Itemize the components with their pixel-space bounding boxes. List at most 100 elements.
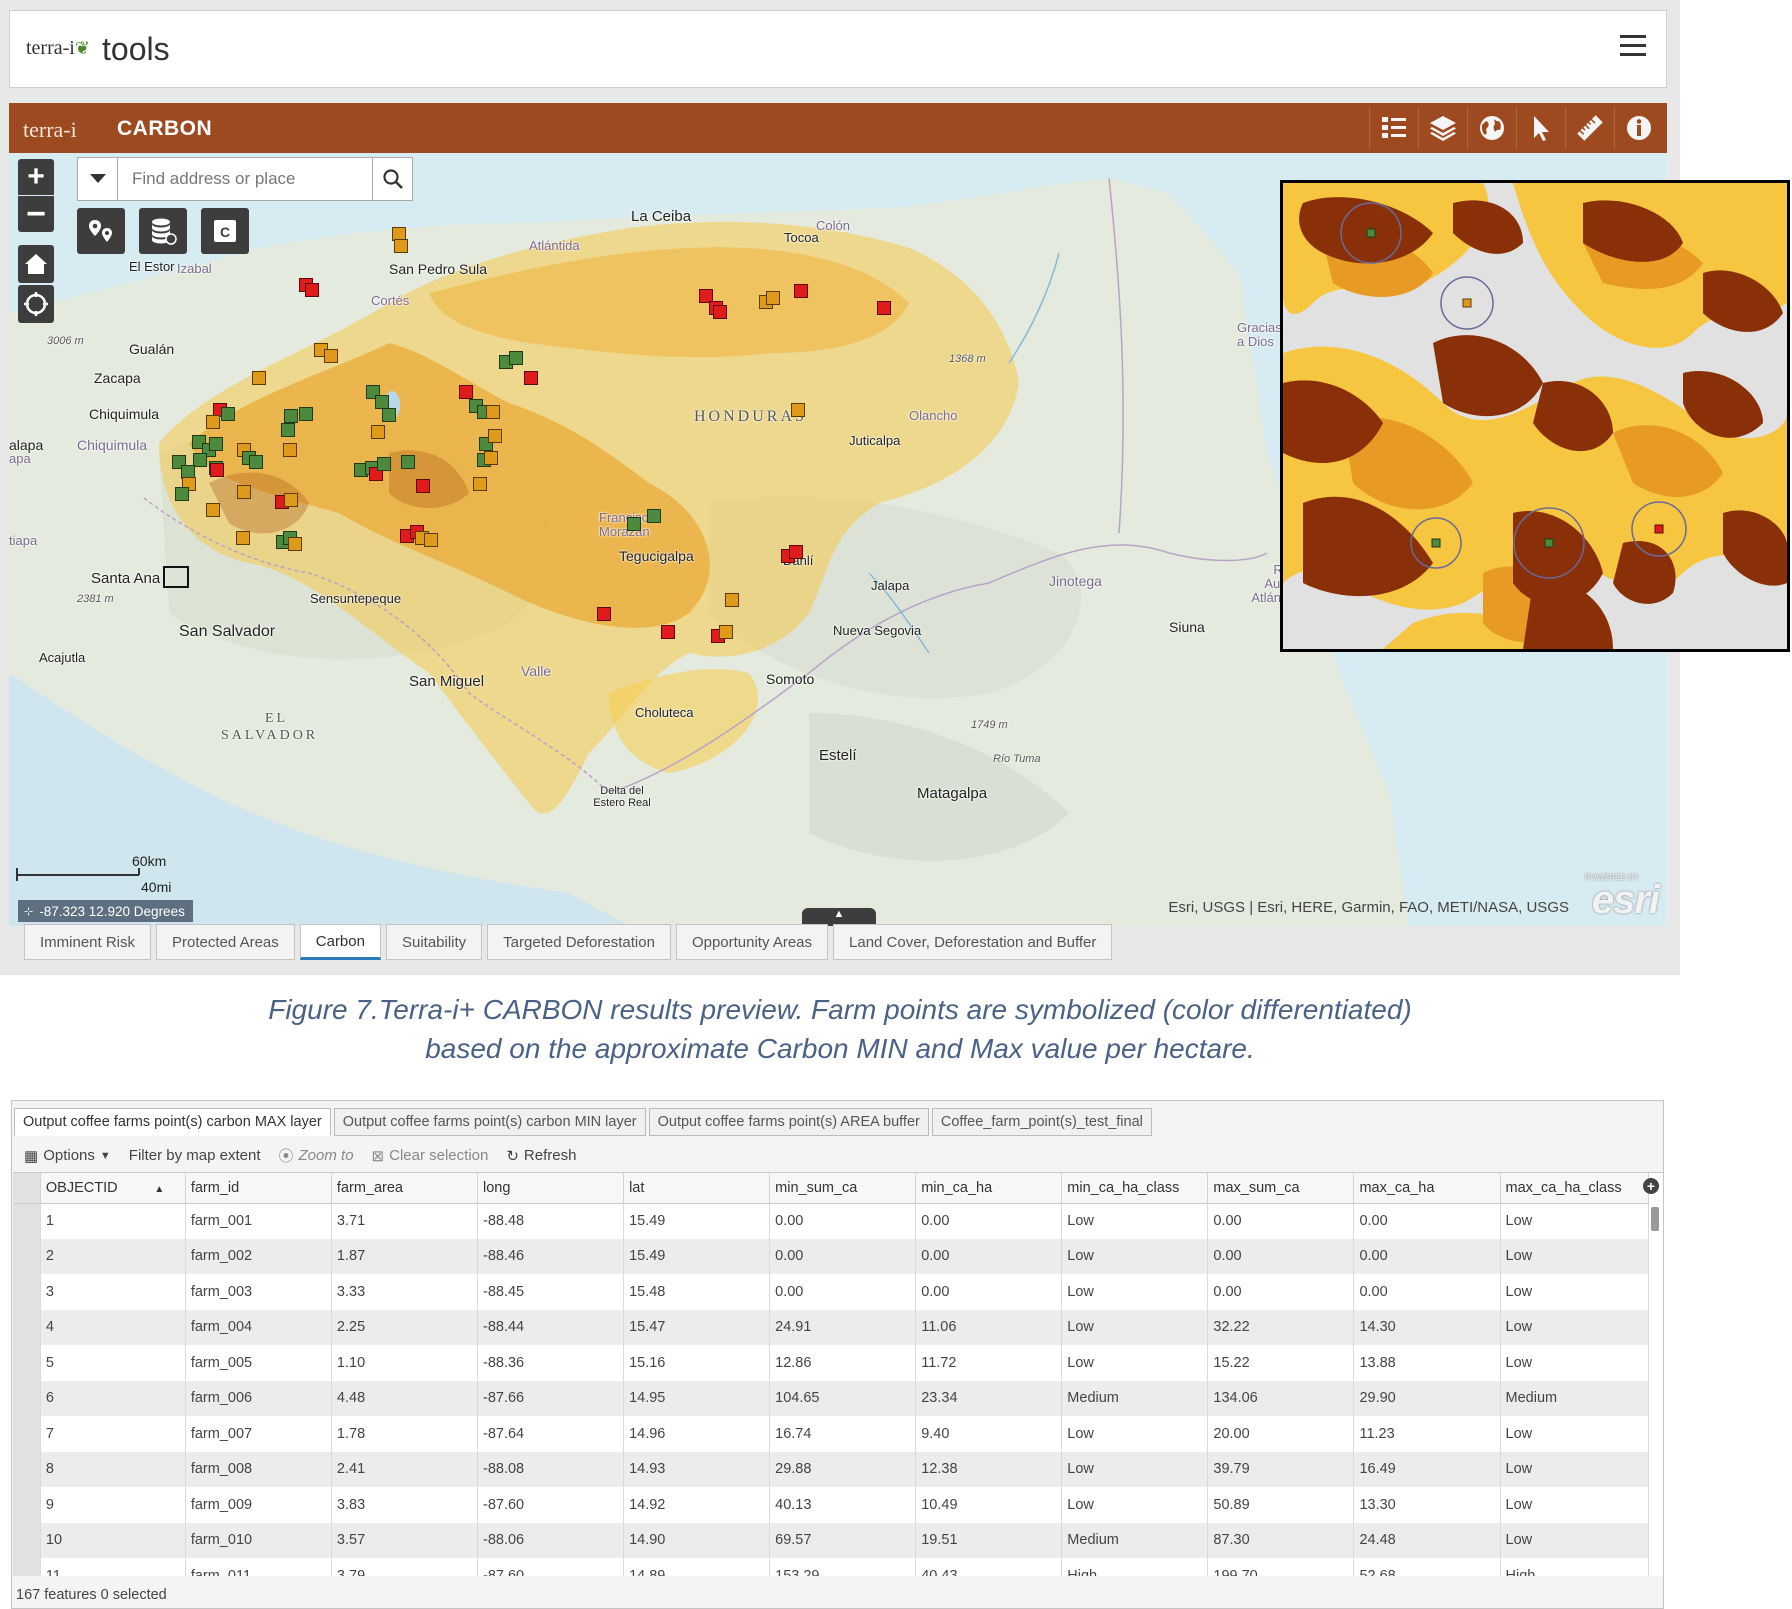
farm-marker-low[interactable]	[281, 423, 295, 437]
column-header-min-ca-ha-class[interactable]: min_ca_ha_class	[1061, 1173, 1209, 1204]
row-selector[interactable]	[13, 1487, 41, 1523]
farm-marker-low[interactable]	[375, 395, 389, 409]
farm-marker-low[interactable]	[647, 509, 661, 523]
farm-marker-low[interactable]	[509, 351, 523, 365]
row-selector[interactable]	[13, 1309, 41, 1345]
info-icon[interactable]	[1614, 107, 1663, 149]
tab-suitability[interactable]: Suitability	[385, 924, 483, 960]
row-selector[interactable]	[13, 1380, 41, 1416]
farm-marker-high[interactable]	[877, 301, 891, 315]
add-column-icon[interactable]: +	[1643, 1178, 1659, 1194]
list-icon[interactable]	[1369, 107, 1418, 149]
row-selector-header[interactable]	[13, 1173, 41, 1204]
table-row[interactable]: 1 farm_001 3.71 -88.48 15.49 0.00 0.00 Low 0.00 0…	[13, 1203, 1650, 1239]
tab-opportunity-areas[interactable]: Opportunity Areas	[675, 924, 829, 960]
farm-marker-low[interactable]	[175, 487, 189, 501]
farm-marker-medium[interactable]	[288, 537, 302, 551]
farm-marker-low[interactable]	[382, 408, 396, 422]
farm-marker-low[interactable]	[627, 517, 641, 531]
locate-button[interactable]	[18, 285, 54, 323]
tab-land-cover-deforestation-and-buffer[interactable]: Land Cover, Deforestation and Buffer	[833, 924, 1113, 960]
tab-carbon[interactable]: Carbon	[299, 924, 381, 960]
farm-marker-low[interactable]	[401, 455, 415, 469]
zoom-in-button[interactable]: +	[18, 159, 54, 195]
table-row[interactable]: 6 farm_006 4.48 -87.66 14.95 104.65 23.34 Mediu…	[13, 1380, 1650, 1416]
farm-marker-high[interactable]	[459, 385, 473, 399]
measure-ruler-icon[interactable]	[1565, 107, 1614, 149]
farm-marker-medium[interactable]	[283, 443, 297, 457]
farm-marker-medium[interactable]	[237, 485, 251, 499]
row-selector[interactable]	[13, 1522, 41, 1558]
search-source-dropdown[interactable]	[78, 158, 118, 200]
column-header-lat[interactable]: lat	[623, 1173, 771, 1204]
zoom-to-button[interactable]: ⦿ Zoom to	[279, 1145, 354, 1166]
table-row[interactable]: 5 farm_005 1.10 -88.36 15.16 12.86 11.72 Low 15.…	[13, 1345, 1650, 1381]
farm-marker-medium[interactable]	[488, 429, 502, 443]
home-button[interactable]	[18, 245, 54, 283]
options-button[interactable]: ▦ Options ▼	[24, 1147, 111, 1165]
search-button[interactable]	[372, 158, 412, 200]
zoom-out-button[interactable]: −	[18, 195, 54, 233]
attribute-tab-4[interactable]: Coffee_farm_point(s)_test_final	[931, 1108, 1152, 1136]
farm-marker-high[interactable]	[210, 463, 224, 477]
farm-marker-low[interactable]	[284, 409, 298, 423]
attribute-tab-2[interactable]: Output coffee farms point(s) carbon MIN …	[333, 1108, 646, 1136]
clear-selection-button[interactable]: ⊠ Clear selection	[372, 1147, 489, 1165]
row-selector[interactable]	[13, 1416, 41, 1452]
farm-marker-low[interactable]	[193, 453, 207, 467]
farm-marker-high[interactable]	[524, 371, 538, 385]
farm-marker-high[interactable]	[597, 607, 611, 621]
column-header-min-ca-ha[interactable]: min_ca_ha	[915, 1173, 1063, 1204]
table-row[interactable]: 2 farm_002 1.87 -88.46 15.49 0.00 0.00 Low 0.00 0…	[13, 1238, 1650, 1274]
farm-marker-medium[interactable]	[206, 415, 220, 429]
row-selector[interactable]	[13, 1203, 41, 1239]
tab-targeted-deforestation[interactable]: Targeted Deforestation	[487, 924, 671, 960]
table-row[interactable]: 9 farm_009 3.83 -87.60 14.92 40.13 10.49 Low 50.…	[13, 1487, 1650, 1523]
row-selector[interactable]	[13, 1274, 41, 1310]
column-header-max-ca-ha-class[interactable]: max_ca_ha_class	[1500, 1173, 1650, 1204]
farm-marker-medium[interactable]	[371, 425, 385, 439]
farm-marker-low[interactable]	[249, 455, 263, 469]
table-row[interactable]: 10 farm_010 3.57 -88.06 14.90 69.57 19.51 Mediu…	[13, 1522, 1650, 1558]
vertical-scrollbar[interactable]	[1651, 1207, 1659, 1231]
filter-by-map-extent-button[interactable]: Filter by map extent	[129, 1147, 261, 1164]
farm-marker-medium[interactable]	[484, 451, 498, 465]
farm-marker-medium[interactable]	[236, 531, 250, 545]
farm-marker-medium[interactable]	[252, 371, 266, 385]
table-row[interactable]: 7 farm_007 1.78 -87.64 14.96 16.74 9.40 Low 20.0…	[13, 1416, 1650, 1452]
farm-marker-high[interactable]	[661, 625, 675, 639]
basemap-globe-icon[interactable]	[1467, 107, 1516, 149]
farm-marker-low[interactable]	[221, 407, 235, 421]
column-header-farm-id[interactable]: farm_id	[185, 1173, 332, 1204]
column-header-max-ca-ha[interactable]: max_ca_ha	[1353, 1173, 1501, 1204]
table-row[interactable]: 11 farm_011 3.79 -87.60 14.89 153.29 40.43 High…	[13, 1558, 1650, 1576]
column-header-objectid[interactable]: OBJECTID ▲	[40, 1173, 186, 1204]
add-points-button[interactable]	[77, 208, 125, 254]
table-row[interactable]: 8 farm_008 2.41 -88.08 14.93 29.88 12.38 Low 39.…	[13, 1451, 1650, 1487]
tab-imminent-risk[interactable]: Imminent Risk	[24, 924, 152, 960]
database-button[interactable]	[139, 208, 187, 254]
row-selector[interactable]	[13, 1345, 41, 1381]
refresh-button[interactable]: ↻ Refresh	[506, 1147, 576, 1165]
sort-ascending-icon[interactable]: ▲	[152, 1184, 164, 1195]
farm-marker-high[interactable]	[713, 305, 727, 319]
farm-marker-low[interactable]	[209, 437, 223, 451]
farm-marker-medium[interactable]	[394, 239, 408, 253]
row-selector[interactable]	[13, 1558, 41, 1576]
farm-marker-high[interactable]	[416, 479, 430, 493]
coordinate-readout[interactable]: ⊹ -87.323 12.920 Degrees	[18, 900, 193, 922]
farm-marker-medium[interactable]	[791, 403, 805, 417]
farm-marker-high[interactable]	[794, 284, 808, 298]
farm-marker-medium[interactable]	[424, 533, 438, 547]
tab-protected-areas[interactable]: Protected Areas	[156, 924, 295, 960]
table-row[interactable]: 3 farm_003 3.33 -88.45 15.48 0.00 0.00 Low 0.00 0…	[13, 1274, 1650, 1310]
farm-marker-medium[interactable]	[766, 291, 780, 305]
layers-icon[interactable]	[1418, 107, 1467, 149]
farm-marker-medium[interactable]	[473, 477, 487, 491]
column-header-farm-area[interactable]: farm_area	[331, 1173, 478, 1204]
farm-marker-medium[interactable]	[725, 593, 739, 607]
farm-marker-medium[interactable]	[206, 503, 220, 517]
attribute-tab-1[interactable]: Output coffee farms point(s) carbon MAX …	[14, 1108, 331, 1136]
column-header-min-sum-ca[interactable]: min_sum_ca	[769, 1173, 917, 1204]
farm-marker-low[interactable]	[299, 407, 313, 421]
